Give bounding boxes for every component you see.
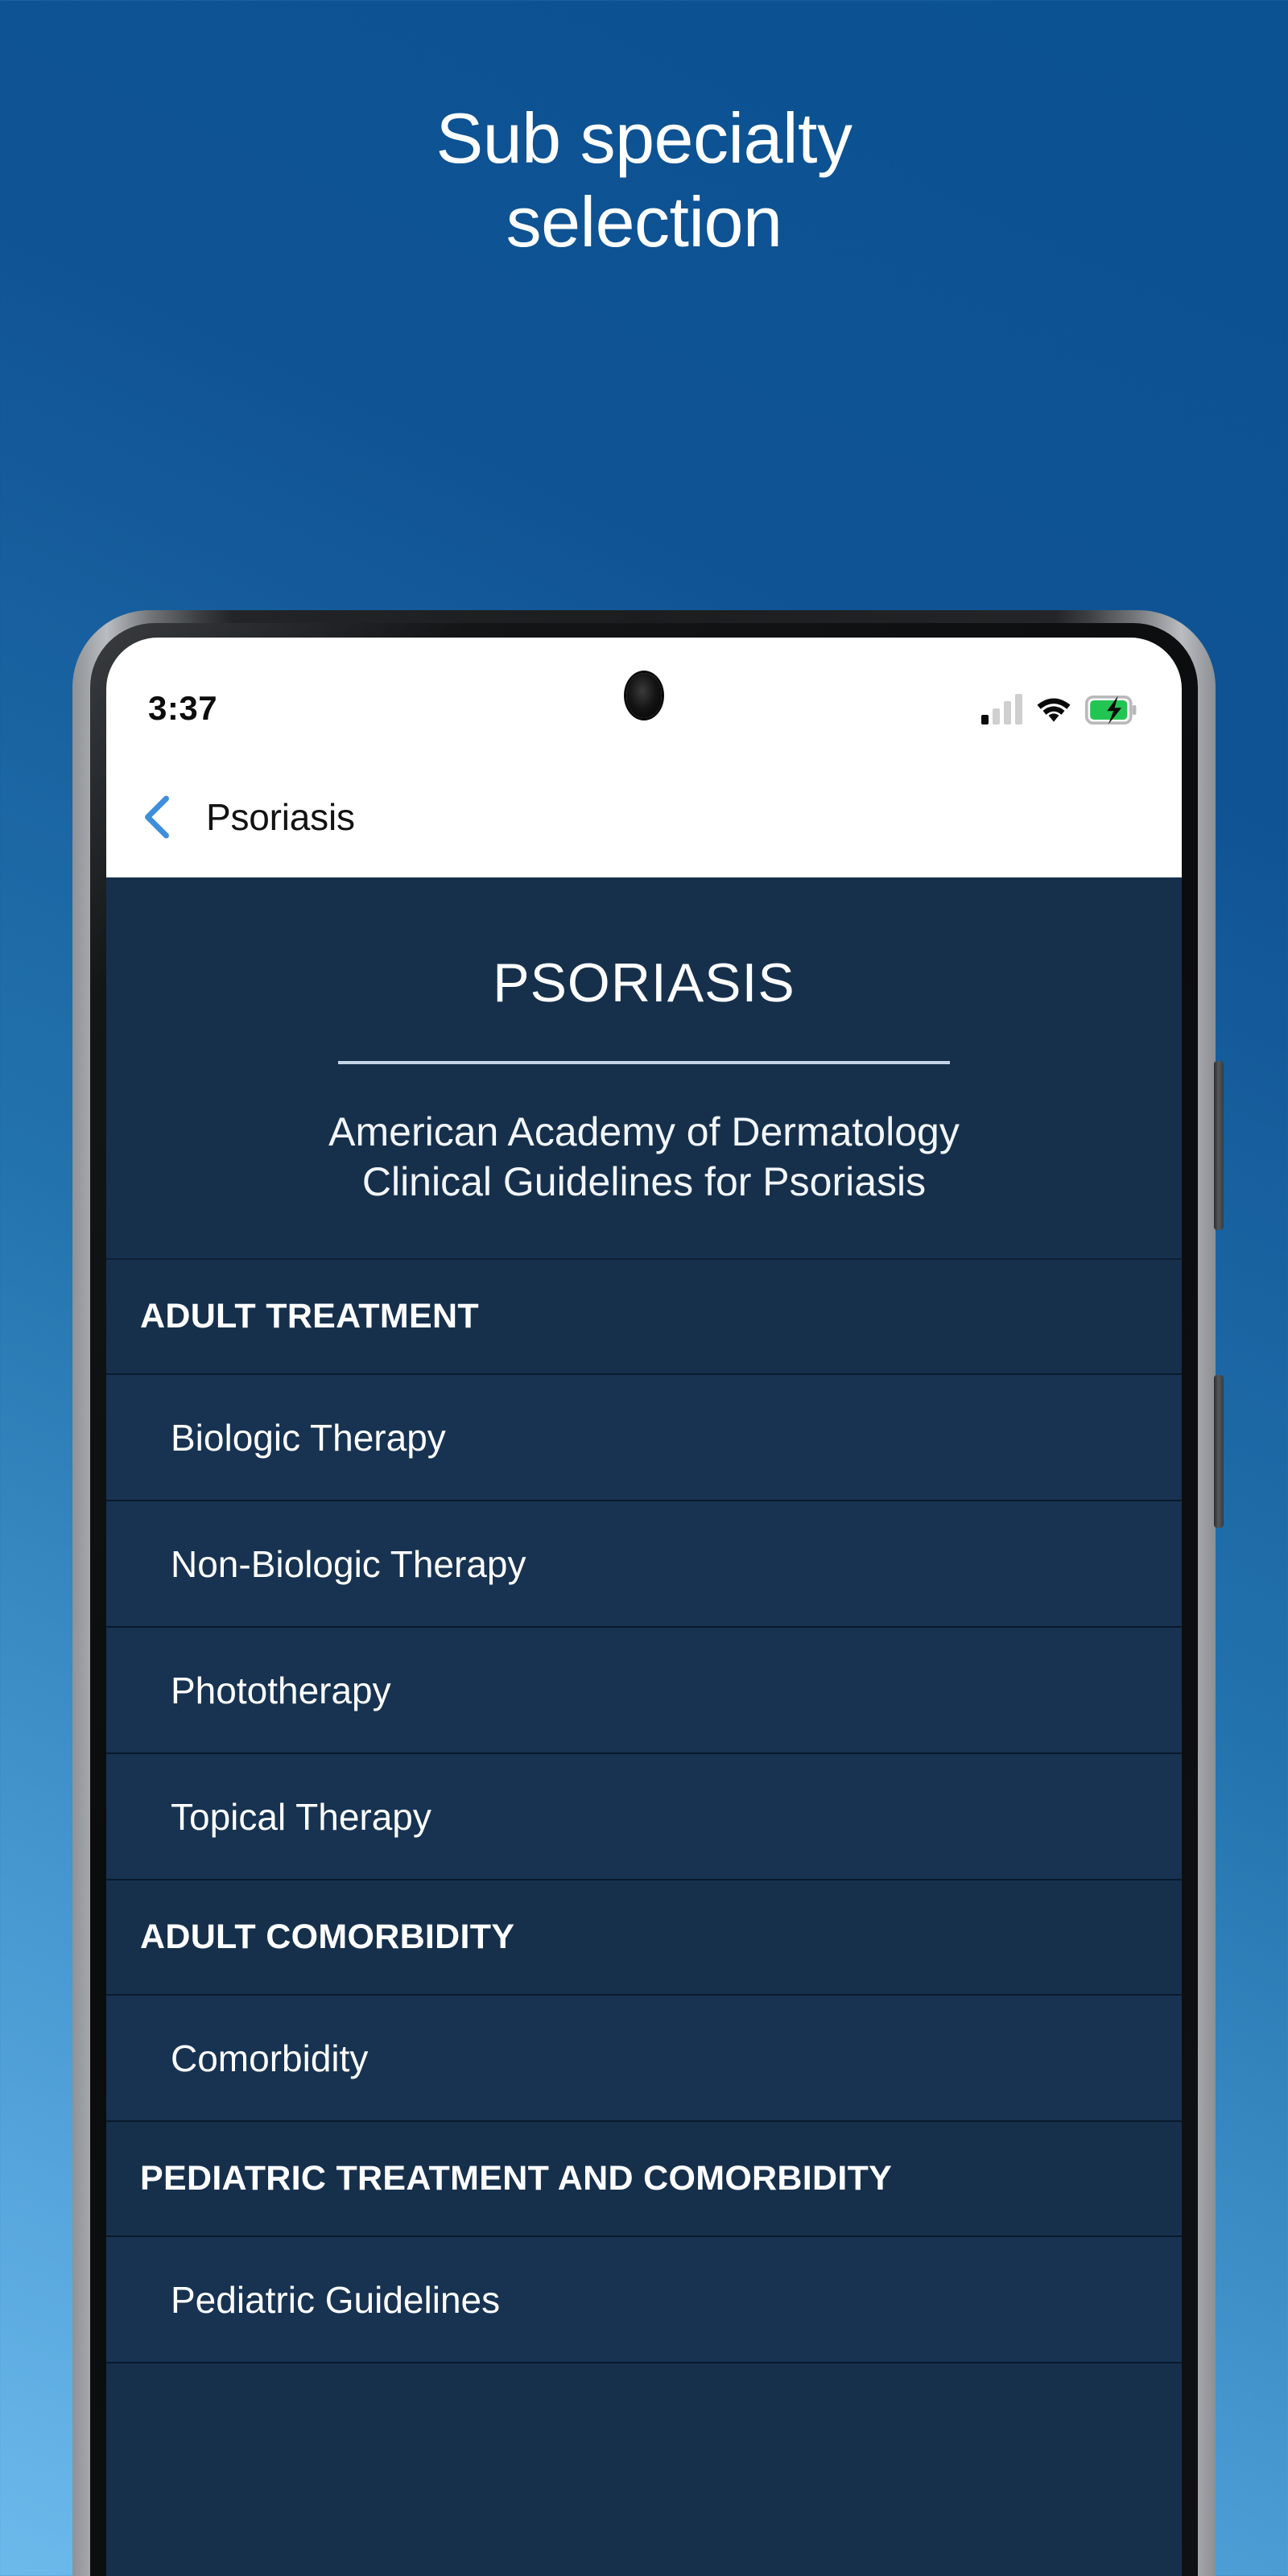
hero-header: PSORIASIS American Academy of Dermatolog… (106, 877, 1182, 1260)
section-header-adult-treatment: ADULT TREATMENT (106, 1260, 1182, 1375)
battery-charging-icon (1085, 696, 1137, 724)
phone-device: 3:37 Psoriasis PSORIASIS American Academ… (72, 610, 1224, 2576)
page-title: PSORIASIS (493, 952, 795, 1013)
phone-screen: 3:37 Psoriasis PSORIASIS American Academ… (106, 638, 1182, 2576)
nav-title: Psoriasis (206, 796, 355, 838)
content-area: PSORIASIS American Academy of Dermatolog… (106, 877, 1182, 2576)
front-camera-icon (626, 673, 662, 718)
promo-headline: Sub specialty selection (436, 98, 852, 262)
list-item[interactable]: Topical Therapy (106, 1754, 1182, 1880)
status-bar: 3:37 (106, 638, 1182, 757)
hero-divider (338, 1061, 950, 1064)
list-item[interactable]: Non-Biologic Therapy (106, 1501, 1182, 1628)
section-header-adult-comorbidity: ADULT COMORBIDITY (106, 1880, 1182, 1996)
list-item[interactable]: Pediatric Guidelines (106, 2237, 1182, 2363)
signal-bars-icon (981, 694, 1022, 724)
volume-button[interactable] (1214, 1375, 1224, 1528)
back-chevron-icon[interactable] (138, 794, 175, 840)
wifi-icon (1037, 698, 1071, 722)
list-item[interactable]: Biologic Therapy (106, 1375, 1182, 1501)
status-icons (981, 694, 1137, 724)
power-button[interactable] (1214, 1061, 1224, 1230)
section-header-pediatric: PEDIATRIC TREATMENT AND COMORBIDITY (106, 2122, 1182, 2237)
list-item[interactable]: Phototherapy (106, 1628, 1182, 1754)
status-clock: 3:37 (148, 689, 218, 727)
list-item[interactable]: Comorbidity (106, 1996, 1182, 2122)
page-subtitle: American Academy of Dermatology Clinical… (328, 1109, 960, 1204)
nav-bar: Psoriasis (106, 757, 1182, 877)
